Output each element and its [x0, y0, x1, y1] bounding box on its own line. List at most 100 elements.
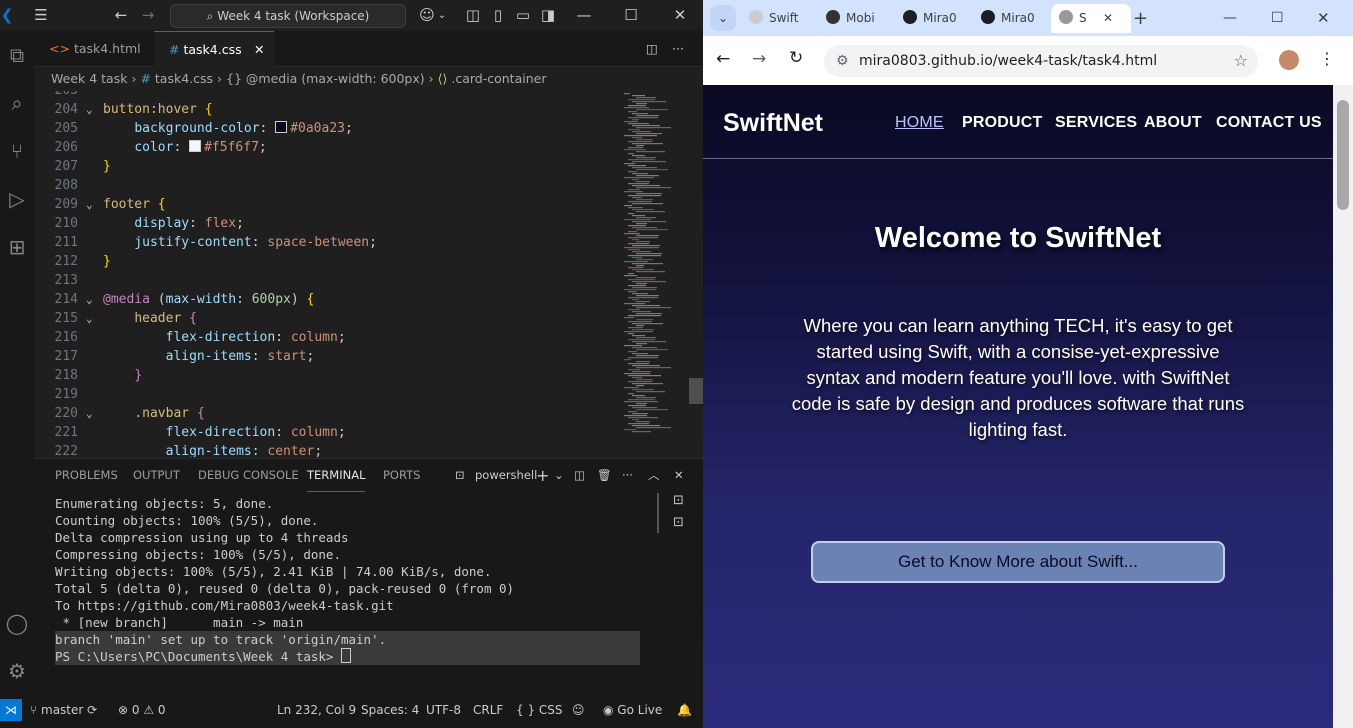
minimize-button[interactable]: — [572, 0, 596, 31]
fold-chevron-icon[interactable]: ⌄ [86, 404, 93, 423]
tab-task4-html[interactable]: <> task4.html [34, 31, 154, 66]
layout-icon[interactable]: ◫ [464, 0, 482, 31]
cursor-position[interactable]: Ln 232, Col 9 [277, 699, 356, 721]
close-button[interactable]: ✕ [1317, 4, 1337, 33]
browser-tab[interactable]: Mobi [826, 4, 886, 33]
avatar[interactable] [1279, 50, 1299, 70]
new-tab-icon[interactable]: + [1133, 4, 1153, 33]
split-terminal-icon[interactable]: ◫ [574, 459, 585, 491]
code-line[interactable]: 221 flex-direction: column; [34, 423, 614, 442]
breadcrumb-folder[interactable]: Week 4 task [51, 71, 127, 86]
browser-tab[interactable]: Swift [749, 4, 809, 33]
source-control-icon[interactable]: ⑂ [0, 139, 34, 163]
code-line[interactable]: 212} [34, 252, 614, 271]
run-debug-icon[interactable]: ▷ [0, 187, 34, 211]
code-line[interactable]: 203 [34, 91, 614, 100]
go-live-button[interactable]: ◉ Go Live [603, 699, 662, 721]
close-button[interactable]: ✕ [668, 0, 692, 31]
kebab-menu-icon[interactable]: ⋮ [1319, 49, 1335, 68]
browser-tab[interactable]: Mira0 [981, 4, 1046, 33]
code-line[interactable]: 216 flex-direction: column; [34, 328, 614, 347]
address-bar[interactable]: ⚙ mira0803.github.io/week4-task/task4.ht… [824, 45, 1258, 77]
code-line[interactable]: 204 ⌄ button:hover { [34, 100, 614, 119]
code-line[interactable]: 210 display: flex; [34, 214, 614, 233]
new-terminal-icon[interactable]: + [536, 459, 549, 491]
notifications-icon[interactable]: 🔔 [677, 699, 692, 721]
code-line[interactable]: 208 [34, 176, 614, 195]
minimize-button[interactable]: — [1223, 4, 1243, 33]
minimap[interactable] [614, 91, 689, 441]
close-panel-icon[interactable]: ✕ [674, 459, 684, 491]
terminal-instance-icon[interactable]: ⊡ [673, 493, 684, 508]
maximize-panel-icon[interactable]: ︿ [648, 459, 660, 491]
extensions-icon[interactable]: ⊞ [0, 235, 34, 259]
tab-ports[interactable]: PORTS [383, 459, 420, 491]
code-line[interactable]: 205 background-color: #0a0a23; [34, 119, 614, 138]
tab-task4-css[interactable]: # task4.css ✕ [154, 31, 274, 67]
breadcrumb-file[interactable]: task4.css [155, 71, 213, 86]
code-line[interactable]: 206 color: #f5f6f7; [34, 138, 614, 157]
line-ending[interactable]: CRLF [473, 699, 503, 721]
gear-icon[interactable]: ⚙ [0, 659, 34, 683]
browser-tab-active[interactable]: S ✕ [1051, 4, 1131, 33]
reload-icon[interactable]: ↻ [789, 48, 803, 68]
site-logo[interactable]: SwiftNet [723, 109, 823, 138]
language-mode[interactable]: { } CSS [516, 699, 563, 721]
fold-chevron-icon[interactable]: ⌄ [86, 290, 93, 309]
fold-chevron-icon[interactable]: ⌄ [86, 100, 93, 119]
site-info-icon[interactable]: ⚙ [836, 53, 849, 69]
tab-output[interactable]: OUTPUT [133, 459, 180, 491]
browser-tab[interactable]: Mira0 [903, 4, 968, 33]
trash-icon[interactable]: 🗑 [597, 459, 612, 491]
forward-arrow-icon[interactable]: → [137, 0, 159, 31]
code-line[interactable]: 211 justify-content: space-between; [34, 233, 614, 252]
encoding[interactable]: UTF-8 [426, 699, 461, 721]
bookmark-star-icon[interactable]: ☆ [1234, 45, 1248, 77]
code-line[interactable]: 220 ⌄ .navbar { [34, 404, 614, 423]
nav-services[interactable]: SERVICES [1055, 114, 1137, 132]
code-line[interactable]: 214 ⌄ @media (max-width: 600px) { [34, 290, 614, 309]
tab-problems[interactable]: PROBLEMS [55, 459, 118, 491]
copilot-icon[interactable]: ☺ [416, 0, 438, 31]
toggle-sidebar-icon[interactable]: ▯ [489, 0, 507, 31]
toggle-panel-icon[interactable]: ▭ [514, 0, 532, 31]
back-arrow-icon[interactable]: ← [110, 0, 132, 31]
editor-scrollbar[interactable] [689, 378, 703, 404]
search-icon[interactable]: ⌕ [0, 91, 34, 115]
close-tab-icon[interactable]: ✕ [254, 32, 264, 67]
account-icon[interactable]: ◯ [0, 611, 34, 635]
back-arrow-icon[interactable]: ← [716, 49, 730, 69]
tab-debug-console[interactable]: DEBUG CONSOLE [198, 459, 299, 491]
tab-terminal[interactable]: TERMINAL [307, 459, 366, 492]
code-line[interactable]: 207} [34, 157, 614, 176]
remote-icon[interactable]: ⋊ [0, 699, 22, 721]
code-editor[interactable]: 203 204 ⌄ button:hover {205 background-colo… [34, 91, 703, 457]
shell-name[interactable]: powershell [475, 459, 537, 491]
explorer-icon[interactable]: ⧉ [0, 43, 34, 67]
nav-about[interactable]: ABOUT [1144, 114, 1202, 132]
terminal-output[interactable]: Enumerating objects: 5, done. Counting ob… [34, 493, 654, 698]
close-tab-icon[interactable]: ✕ [1103, 4, 1113, 33]
breadcrumb-selector[interactable]: .card-container [451, 71, 546, 86]
maximize-button[interactable]: ☐ [1271, 4, 1291, 33]
indentation[interactable]: Spaces: 4 [361, 699, 419, 721]
code-line[interactable]: 215 ⌄ header { [34, 309, 614, 328]
chevron-down-icon[interactable]: ⌄ [554, 459, 564, 491]
code-line[interactable]: 222 align-items: center; [34, 442, 614, 457]
breadcrumb-media[interactable]: {} @media (max-width: 600px) [226, 71, 425, 86]
learn-more-button[interactable]: Get to Know More about Swift... [811, 541, 1225, 583]
code-line[interactable]: 213 [34, 271, 614, 290]
page-scrollbar-thumb[interactable] [1337, 100, 1349, 210]
toggle-secondary-sidebar-icon[interactable]: ◨ [539, 0, 557, 31]
terminal-instance-icon[interactable]: ⊡ [673, 515, 684, 530]
more-actions-icon[interactable]: ··· [622, 459, 633, 491]
maximize-button[interactable]: ☐ [619, 0, 643, 31]
problems-indicator[interactable]: ⊗ 0 ⚠ 0 [118, 699, 166, 721]
nav-home[interactable]: HOME [895, 114, 944, 132]
more-actions-icon[interactable]: ··· [672, 31, 688, 66]
fold-chevron-icon[interactable]: ⌄ [86, 195, 93, 214]
command-center-search[interactable]: ⌕ Week 4 task (Workspace) [170, 4, 406, 28]
menu-icon[interactable]: ☰ [30, 0, 52, 31]
forward-arrow-icon[interactable]: → [752, 49, 766, 69]
nav-product[interactable]: PRODUCT [962, 114, 1043, 132]
